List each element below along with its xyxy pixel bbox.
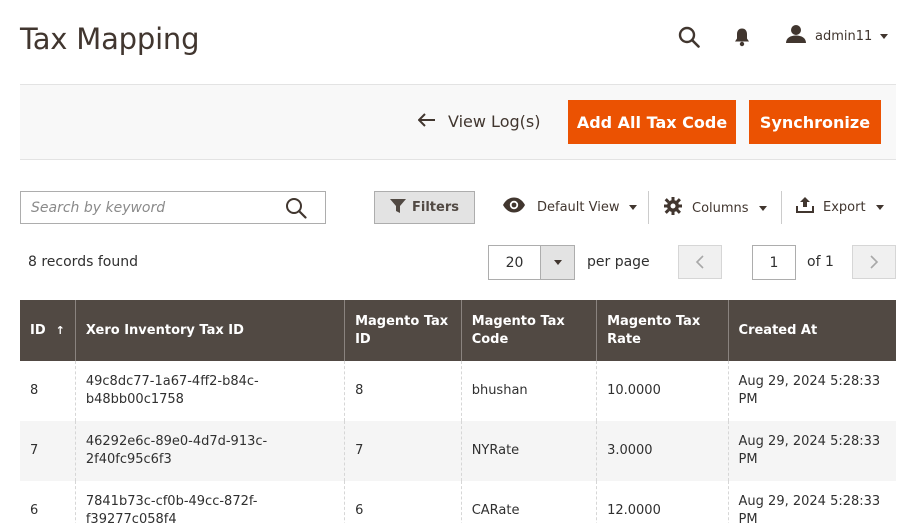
user-icon [785,24,807,48]
cell-tax-code: bhushan [460,361,597,421]
search-icon[interactable] [285,197,307,223]
column-header-tax-rate[interactable]: Magento Tax Rate [596,300,729,361]
chevron-right-icon [870,255,879,269]
export-dropdown[interactable]: Export [796,197,884,217]
cell-tax-rate: 12.0000 [596,481,729,523]
filters-button[interactable]: Filters [374,191,475,224]
arrow-left-icon [417,112,436,131]
table-header-row: ID ↑ Xero Inventory Tax ID Magento Tax ID… [20,300,896,361]
toolbar-divider [781,191,782,224]
cell-xero-id: 49c8dc77-1a67-4ff2-b84c-b48bb00c1758 [74,361,345,421]
chevron-down-icon [880,33,889,39]
per-page-value: 20 [489,246,541,279]
bell-icon[interactable] [729,24,755,50]
eye-icon [502,197,526,217]
columns-label: Columns [692,200,749,216]
export-label: Export [823,199,866,215]
export-icon [796,197,814,217]
column-header-xero-id[interactable]: Xero Inventory Tax ID [74,300,345,361]
page-actions-bar: View Log(s) Add All Tax Code Synchronize [20,85,896,160]
page-title: Tax Mapping [20,22,200,56]
keyword-search [20,191,326,224]
search-input[interactable] [21,192,271,223]
per-page-select[interactable]: 20 [488,245,575,280]
column-header-magento-tax-id[interactable]: Magento Tax ID [344,300,462,361]
cell-magento-tax-id: 8 [344,361,462,421]
cell-xero-id: 7841b73c-cf0b-49cc-872f-f39277c058f4 [74,481,345,523]
view-logs-button[interactable]: View Log(s) [417,112,541,131]
cell-xero-id: 46292e6c-89e0-4d7d-913c-2f40fc95c6f3 [74,421,345,481]
cell-tax-rate: 3.0000 [596,421,729,481]
filter-icon [390,198,406,217]
page-number-input[interactable] [752,245,796,280]
filters-label: Filters [412,200,459,215]
columns-dropdown[interactable]: Columns [664,197,767,219]
previous-page-button[interactable] [678,245,722,279]
cell-tax-code: NYRate [460,421,597,481]
toolbar-divider [648,191,649,224]
cell-magento-tax-id: 7 [344,421,462,481]
column-header-id[interactable]: ID ↑ [20,300,76,361]
total-pages: of 1 [807,254,834,270]
sort-ascending-icon: ↑ [55,323,65,337]
user-name: admin11 [815,28,873,44]
synchronize-button[interactable]: Synchronize [749,100,881,144]
column-header-created-at[interactable]: Created At [727,300,896,361]
view-logs-label: View Log(s) [448,112,541,131]
search-icon[interactable] [676,24,702,50]
default-view-label: Default View [537,199,620,215]
user-menu[interactable]: admin11 [785,24,889,48]
chevron-down-icon [553,260,562,265]
chevron-left-icon [695,255,704,269]
cell-id: 8 [20,361,76,421]
per-page-toggle[interactable] [541,246,574,279]
table-row[interactable]: 6 7841b73c-cf0b-49cc-872f-f39277c058f4 6… [20,481,896,523]
records-count: 8 records found [28,254,138,270]
cell-created-at: Aug 29, 2024 5:28:33 PM [727,481,896,523]
gear-icon [664,197,682,219]
chevron-down-icon [875,204,884,210]
table-row[interactable]: 8 49c8dc77-1a67-4ff2-b84c-b48bb00c1758 8… [20,361,896,421]
chevron-down-icon [629,204,638,210]
cell-id: 6 [20,481,76,523]
add-all-tax-code-button[interactable]: Add All Tax Code [568,100,736,144]
cell-id: 7 [20,421,76,481]
cell-created-at: Aug 29, 2024 5:28:33 PM [727,421,896,481]
cell-tax-code: CARate [460,481,597,523]
table-row[interactable]: 7 46292e6c-89e0-4d7d-913c-2f40fc95c6f3 7… [20,421,896,481]
cell-created-at: Aug 29, 2024 5:28:33 PM [727,361,896,421]
default-view-dropdown[interactable]: Default View [502,197,638,217]
cell-magento-tax-id: 6 [344,481,462,523]
per-page-label: per page [587,254,650,270]
next-page-button[interactable] [852,245,896,279]
cell-tax-rate: 10.0000 [596,361,729,421]
chevron-down-icon [758,205,767,211]
column-header-tax-code[interactable]: Magento Tax Code [460,300,597,361]
tax-mapping-table: ID ↑ Xero Inventory Tax ID Magento Tax ID… [20,300,896,523]
